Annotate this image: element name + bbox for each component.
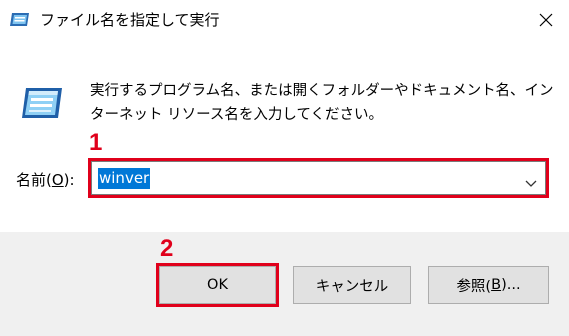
open-field-label: 名前(O): (16, 170, 75, 190)
close-button[interactable] (523, 0, 569, 40)
open-combobox-value[interactable]: winver (98, 168, 151, 189)
cancel-button[interactable]: キャンセル (293, 266, 411, 304)
open-combobox[interactable]: winver (91, 161, 546, 195)
ok-button[interactable]: OK (159, 266, 276, 304)
close-icon (539, 13, 553, 27)
browse-label-prefix: 参照( (456, 278, 492, 295)
browse-label-suffix: )... (501, 277, 521, 293)
browse-label-accelerator: B (491, 277, 502, 293)
instruction-text: 実行するプログラム名、または開くフォルダーやドキュメント名、インターネット リソ… (90, 83, 554, 123)
window-title: ファイル名を指定して実行 (40, 11, 220, 29)
chevron-down-icon[interactable] (525, 173, 537, 187)
title-bar: ファイル名を指定して実行 (0, 0, 569, 40)
open-label-accelerator: O (51, 171, 64, 189)
run-program-icon (18, 84, 66, 124)
open-label-suffix: ): (63, 171, 75, 189)
browse-button[interactable]: 参照(B)... (428, 266, 549, 304)
annotation-step-2: 2 (160, 235, 174, 262)
annotation-step-1: 1 (89, 129, 103, 156)
run-icon (9, 10, 31, 29)
open-label-prefix: 名前( (16, 171, 52, 189)
run-dialog: ファイル名を指定して実行 実行するプログラム名、または開くフォルダーやドキュメン… (0, 0, 569, 336)
